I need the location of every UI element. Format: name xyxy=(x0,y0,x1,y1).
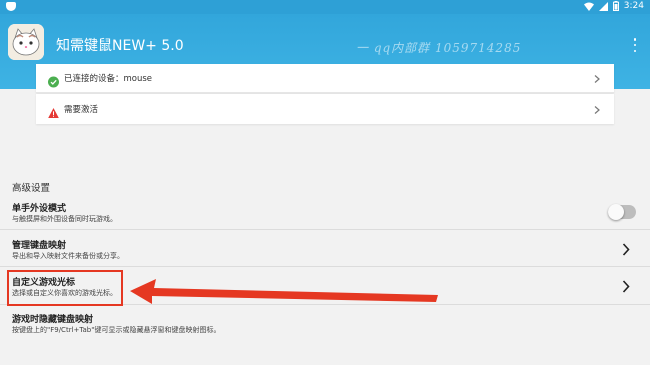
app-title: 知需键鼠NEW+ 5.0 xyxy=(56,38,184,54)
divider xyxy=(0,229,650,230)
toggle-knob xyxy=(608,204,624,220)
section-title-advanced: 高级设置 xyxy=(12,183,51,194)
status-bar: 3:24 xyxy=(0,0,650,14)
arrow-annotation-icon xyxy=(130,279,438,304)
notification-icon xyxy=(6,2,16,11)
connected-device-label: 已连接的设备：mouse xyxy=(64,74,153,84)
check-circle-icon xyxy=(48,73,59,88)
chevron-right-icon xyxy=(594,69,600,88)
chevron-right-icon xyxy=(594,100,600,119)
setting-title: 管理键盘映射 xyxy=(12,241,67,251)
connected-device-card[interactable]: 已连接的设备：mouse xyxy=(36,64,614,93)
setting-one-hand-mode[interactable]: 单手外设模式 与触摸屏和外围设备同时玩游戏。 xyxy=(0,199,650,229)
warning-icon xyxy=(48,104,59,118)
setting-manage-keymap[interactable]: 管理键盘映射 导出和导入映射文件来备份或分享。 xyxy=(0,236,650,266)
setting-subtitle: 按键盘上的"F9/Ctrl+Tab"键可显示或隐藏悬浮窗和键盘映射图标。 xyxy=(12,326,221,334)
setting-title: 单手外设模式 xyxy=(12,204,67,214)
setting-subtitle: 与触摸屏和外围设备同时玩游戏。 xyxy=(12,215,117,223)
more-vert-icon[interactable] xyxy=(632,38,638,52)
signal-icon xyxy=(598,1,608,11)
chevron-right-icon xyxy=(622,241,630,260)
divider xyxy=(0,266,650,267)
clock: 3:24 xyxy=(623,1,644,11)
setting-title: 游戏时隐藏键盘映射 xyxy=(12,315,94,325)
wifi-icon xyxy=(583,2,594,11)
setting-hide-keymap[interactable]: 游戏时隐藏键盘映射 按键盘上的"F9/Ctrl+Tab"键可显示或隐藏悬浮窗和键… xyxy=(0,310,650,340)
battery-icon xyxy=(612,1,619,11)
chevron-right-icon xyxy=(622,278,630,297)
one-hand-mode-toggle[interactable] xyxy=(608,204,636,220)
watermark-text: 一 qq内部群 1059714285 xyxy=(356,41,522,55)
app-logo-icon xyxy=(8,24,44,60)
highlight-box-annotation xyxy=(7,270,123,306)
activation-required-card[interactable]: 需要激活 xyxy=(36,94,614,124)
setting-subtitle: 导出和导入映射文件来备份或分享。 xyxy=(12,252,124,260)
activation-label: 需要激活 xyxy=(64,105,99,115)
